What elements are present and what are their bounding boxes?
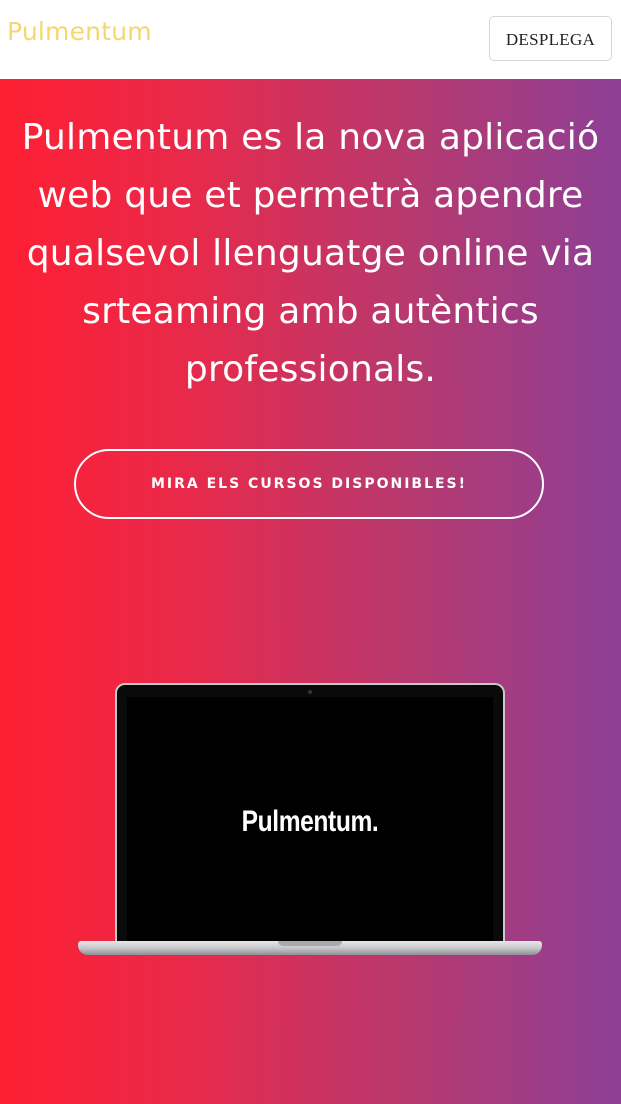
menu-toggle-button[interactable]: DESPLEGA — [489, 16, 612, 61]
view-courses-button[interactable]: MIRA ELS CURSOS DISPONIBLES! — [74, 449, 544, 519]
laptop-screen-logo: Pulmentum. — [241, 805, 379, 838]
brand-logo-link[interactable]: Pulmentum — [7, 17, 152, 46]
laptop-notch — [278, 941, 342, 946]
laptop-display: Pulmentum. — [127, 697, 493, 945]
hero-section: Pulmentum es la nova aplicació web que e… — [0, 79, 621, 1104]
navbar: Pulmentum DESPLEGA — [0, 0, 621, 79]
laptop-image: Pulmentum. — [78, 683, 542, 959]
laptop-base — [78, 941, 542, 955]
hero-headline: Pulmentum es la nova aplicació web que e… — [21, 117, 600, 390]
laptop-screen: Pulmentum. — [115, 683, 505, 945]
camera-dot — [308, 690, 312, 694]
